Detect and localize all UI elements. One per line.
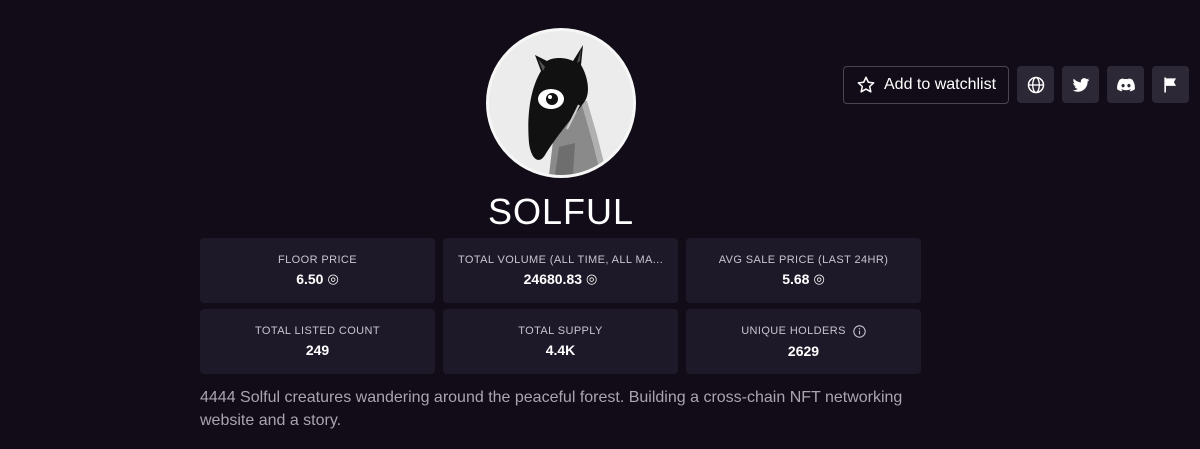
collection-title: SOLFUL: [487, 191, 635, 232]
solana-icon: ◎: [813, 271, 825, 286]
stat-value: 6.50 ◎: [296, 271, 339, 287]
solana-icon: ◎: [586, 271, 598, 286]
stat-label: TOTAL SUPPLY: [518, 325, 603, 337]
stat-unique-holders: UNIQUE HOLDERS 2629: [686, 309, 921, 374]
stat-value-number: 24680.83: [523, 271, 583, 287]
stat-label: TOTAL VOLUME (ALL TIME, ALL MA...: [458, 254, 663, 266]
stat-value-number: 5.68: [782, 271, 810, 287]
stat-value: 2629: [787, 342, 820, 359]
discord-icon: [1116, 77, 1135, 91]
twitter-link-button[interactable]: [1062, 66, 1099, 103]
stat-value-number: 6.50: [296, 271, 324, 287]
stat-label: TOTAL LISTED COUNT: [255, 325, 380, 337]
collection-description: 4444 Solful creatures wandering around t…: [200, 389, 903, 429]
stat-total-listed-count: TOTAL LISTED COUNT 249: [200, 309, 435, 374]
stat-label: UNIQUE HOLDERS: [741, 325, 846, 337]
add-to-watchlist-button[interactable]: Add to watchlist: [843, 66, 1009, 104]
solana-icon: ◎: [327, 271, 339, 286]
collection-avatar: [486, 28, 636, 178]
info-icon[interactable]: [853, 324, 866, 338]
globe-icon: [1027, 76, 1044, 93]
stat-label: FLOOR PRICE: [278, 254, 357, 266]
discord-link-button[interactable]: [1107, 66, 1144, 103]
website-link-button[interactable]: [1017, 66, 1054, 103]
collection-actions: Add to watchlist: [843, 66, 1189, 104]
stat-total-volume: TOTAL VOLUME (ALL TIME, ALL MA... 24680.…: [443, 238, 678, 303]
watchlist-label: Add to watchlist: [884, 76, 997, 93]
stat-value: 249: [305, 342, 330, 358]
stat-value: 5.68 ◎: [782, 271, 825, 287]
flag-icon: [1163, 77, 1176, 92]
stat-avg-sale-price: AVG SALE PRICE (LAST 24HR) 5.68 ◎: [686, 238, 921, 303]
stat-floor-price: FLOOR PRICE 6.50 ◎: [200, 238, 435, 303]
report-flag-button[interactable]: [1152, 66, 1189, 103]
stat-label-row: UNIQUE HOLDERS: [741, 324, 866, 338]
stat-total-supply: TOTAL SUPPLY 4.4K: [443, 309, 678, 374]
twitter-icon: [1072, 77, 1089, 92]
solful-creature-icon: [489, 31, 633, 175]
stat-label: AVG SALE PRICE (LAST 24HR): [718, 254, 889, 266]
stat-value: 4.4K: [545, 342, 576, 358]
collection-stats: FLOOR PRICE 6.50 ◎ TOTAL VOLUME (ALL TIM…: [200, 238, 922, 374]
collection-page: SOLFUL Add to watchlist FLOOR PRICE 6.50…: [0, 0, 1200, 449]
star-icon: [857, 76, 875, 93]
stat-value: 24680.83 ◎: [524, 271, 598, 287]
